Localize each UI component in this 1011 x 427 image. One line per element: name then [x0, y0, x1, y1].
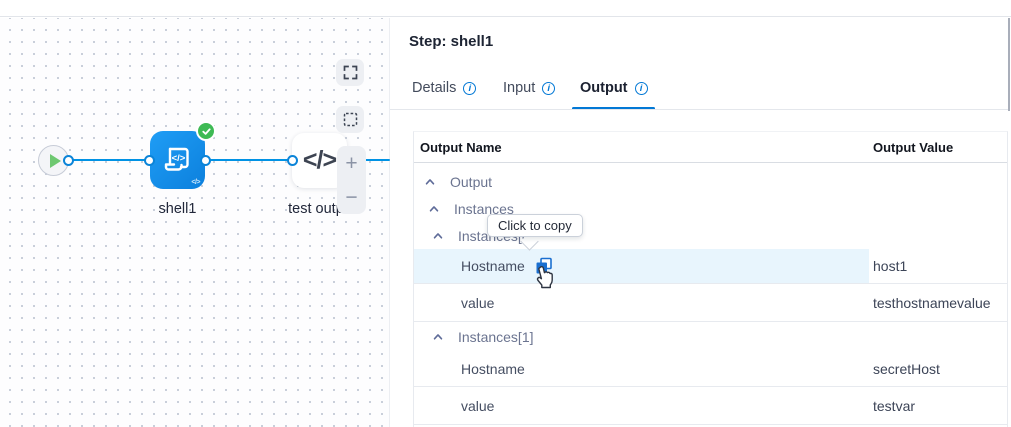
- zoom-out-button[interactable]: −: [345, 187, 357, 208]
- tab-input[interactable]: Input i: [503, 80, 555, 96]
- step-node-shell1[interactable]: </> </>: [150, 131, 205, 189]
- marquee-select-icon: [343, 112, 358, 127]
- table-header-row: Output Name Output Value: [414, 132, 1007, 163]
- column-header-output-name: Output Name: [414, 140, 869, 155]
- table-row-hostname-1: Hostname secretHost: [414, 352, 1007, 387]
- shell1-in-port[interactable]: [144, 155, 155, 166]
- output-table: Output Name Output Value Output Instance…: [413, 131, 1008, 427]
- output-name-label: Hostname: [414, 258, 525, 274]
- output-name-cell: Hostname: [414, 249, 869, 283]
- table-row-value-1: value testvar: [414, 387, 1007, 425]
- copy-tooltip: Click to copy: [487, 214, 583, 237]
- step-details-panel: Step: shell1 Details i Input i Output i …: [390, 18, 1011, 427]
- info-icon[interactable]: i: [542, 82, 555, 95]
- tree-group-label: Instances[1]: [458, 329, 534, 345]
- fullscreen-icon: [343, 65, 358, 80]
- success-badge-icon: [196, 121, 216, 141]
- zoom-in-button[interactable]: +: [345, 153, 357, 174]
- table-row-value-0: value testhostnamevalue: [414, 284, 1007, 322]
- tree-group-label: Output: [450, 174, 492, 190]
- output-name-label: Hostname: [414, 361, 525, 377]
- hand-cursor-icon: [532, 265, 554, 291]
- pipeline-canvas[interactable]: </> </> shell1 </> test output: [0, 18, 390, 427]
- select-region-button[interactable]: [336, 106, 364, 133]
- chevron-up-icon[interactable]: [424, 176, 436, 188]
- chevron-up-icon[interactable]: [428, 203, 440, 215]
- panel-right-edge: [1008, 18, 1010, 111]
- tab-details-label: Details: [412, 80, 456, 96]
- test-output-in-port[interactable]: [287, 155, 298, 166]
- output-name-label: value: [414, 295, 494, 311]
- output-name-label: value: [414, 398, 494, 414]
- app-screen: </> </> shell1 </> test output: [0, 0, 1011, 427]
- tab-output[interactable]: Output i: [580, 80, 648, 96]
- info-icon[interactable]: i: [635, 82, 648, 95]
- tree-group-instances-1[interactable]: Instances[1]: [414, 322, 1007, 352]
- output-name-cell: value: [414, 387, 869, 424]
- svg-text:</>: </>: [171, 153, 185, 164]
- shell-script-icon: </>: [160, 142, 196, 178]
- info-icon[interactable]: i: [463, 82, 476, 95]
- tab-input-label: Input: [503, 80, 535, 96]
- output-value[interactable]: secretHost: [869, 361, 940, 377]
- fullscreen-button[interactable]: [336, 59, 364, 86]
- start-node-out-port[interactable]: [63, 155, 74, 166]
- output-value[interactable]: testvar: [869, 398, 915, 414]
- output-tree: Output Instances Instances[0] Hostname: [414, 163, 1007, 425]
- tab-details[interactable]: Details i: [412, 80, 476, 96]
- code-mini-icon: </>: [191, 179, 200, 186]
- tabs-bottom-border: [390, 109, 1008, 110]
- top-toolbar-strip: [0, 0, 1011, 17]
- table-row-hostname-0: Hostname host1: [414, 249, 1007, 284]
- zoom-controls: + −: [337, 146, 366, 214]
- chevron-up-icon[interactable]: [432, 230, 444, 242]
- output-name-cell: value: [414, 284, 869, 321]
- tree-group-output[interactable]: Output: [414, 168, 1007, 195]
- column-header-output-value: Output Value: [869, 140, 953, 155]
- play-icon: [50, 154, 61, 168]
- shell1-out-port[interactable]: [200, 155, 211, 166]
- node-label-shell1: shell1: [150, 201, 205, 217]
- tab-output-label: Output: [580, 80, 628, 96]
- output-value[interactable]: host1: [869, 258, 907, 274]
- code-icon: </>: [303, 146, 336, 175]
- output-name-cell: Hostname: [414, 352, 869, 386]
- output-value[interactable]: testhostnamevalue: [869, 295, 991, 311]
- chevron-up-icon[interactable]: [432, 331, 444, 343]
- panel-title: Step: shell1: [409, 33, 493, 50]
